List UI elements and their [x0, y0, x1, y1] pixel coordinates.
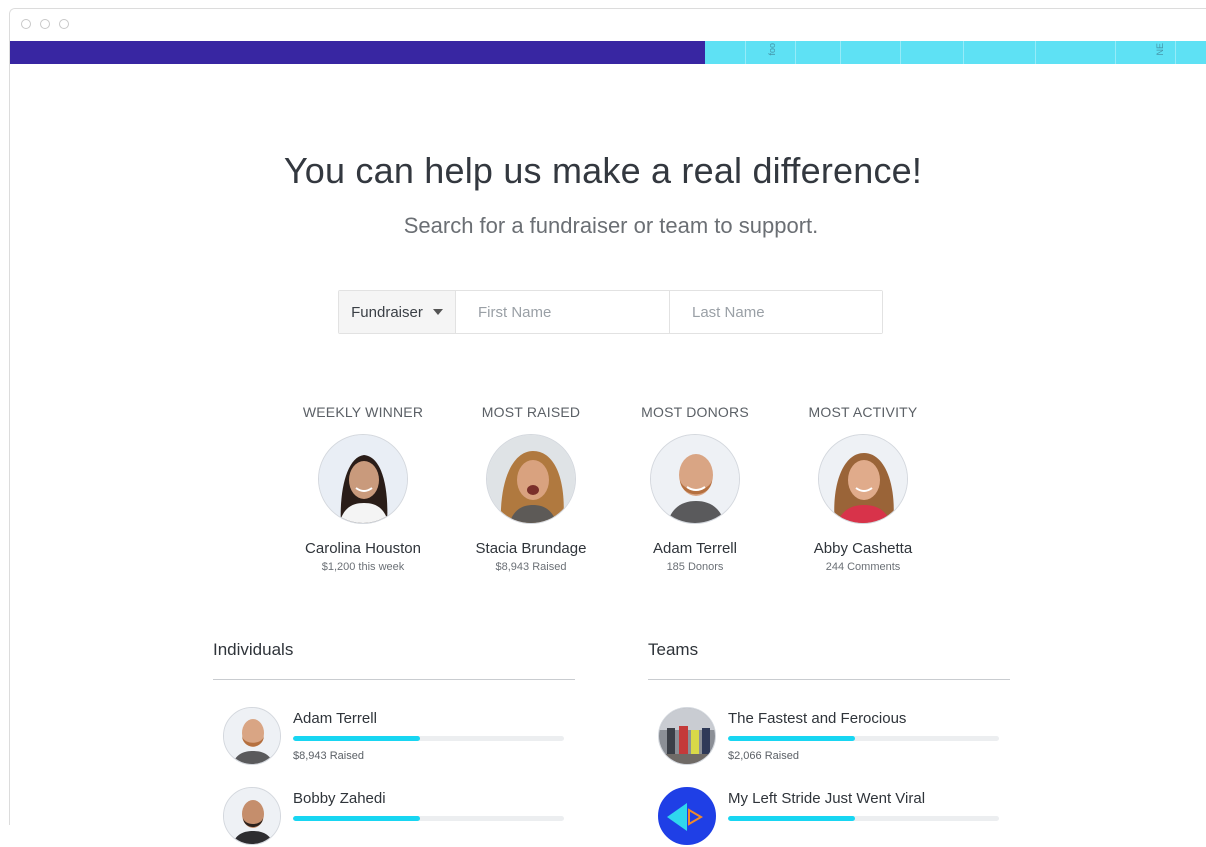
progress-bar: [293, 816, 564, 821]
avatar[interactable]: [318, 434, 408, 524]
map-label: NE: [1155, 43, 1165, 56]
leader-category: MOST DONORS: [641, 404, 749, 420]
search-type-label: Fundraiser: [351, 303, 423, 321]
progress-fill: [728, 816, 856, 821]
page-headline: You can help us make a real difference!: [283, 150, 923, 191]
hero-banner: foo NE: [10, 41, 1206, 64]
progress-bar: [728, 736, 999, 741]
banner-purple-block: [10, 41, 705, 64]
progress-fill: [293, 736, 421, 741]
leader-most-activity[interactable]: MOST ACTIVITY Abby Cashetta 244 Comments: [778, 404, 948, 573]
individuals-heading: Individuals: [213, 640, 294, 659]
list-item[interactable]: Bobby Zahedi: [223, 787, 575, 847]
individual-name: Bobby Zahedi: [293, 790, 386, 807]
avatar: [658, 787, 716, 845]
leader-stat: 244 Comments: [825, 561, 901, 573]
avatar: [223, 787, 281, 845]
individual-name: Adam Terrell: [293, 710, 377, 727]
page-subheading: Search for a fundraiser or team to suppo…: [403, 213, 819, 238]
title-bar: [10, 9, 1206, 41]
leader-weekly-winner[interactable]: WEEKLY WINNER Carolina Houston $1,200 th…: [278, 404, 448, 573]
teams-section: Teams The Fastest and Ferocious $2,066 R…: [648, 640, 1010, 845]
avatar: [658, 707, 716, 765]
banner-map-image: foo NE: [705, 41, 1206, 64]
progress-bar: [293, 736, 564, 741]
amount-raised: $8,943 Raised: [293, 750, 364, 762]
avatar[interactable]: [486, 434, 576, 524]
leader-name: Carolina Houston: [305, 540, 421, 557]
list-item[interactable]: Adam Terrell $8,943 Raised: [223, 707, 575, 767]
first-name-input[interactable]: [456, 291, 670, 333]
progress-bar: [728, 816, 999, 821]
window-minimize-dot[interactable]: [40, 19, 50, 29]
leader-category: MOST ACTIVITY: [808, 404, 918, 420]
leader-most-raised[interactable]: MOST RAISED Stacia Brundage $8,943 Raise…: [446, 404, 616, 573]
list-item[interactable]: The Fastest and Ferocious $2,066 Raised: [658, 707, 1010, 767]
fundraiser-search-bar: Fundraiser: [338, 290, 883, 334]
window-close-dot[interactable]: [21, 19, 31, 29]
window-maximize-dot[interactable]: [59, 19, 69, 29]
leader-stat: 185 Donors: [666, 561, 724, 573]
list-item[interactable]: My Left Stride Just Went Viral: [658, 787, 1010, 847]
divider: [213, 679, 575, 680]
leader-category: MOST RAISED: [481, 404, 581, 420]
progress-fill: [293, 816, 421, 821]
progress-fill: [728, 736, 856, 741]
amount-raised: $2,066 Raised: [728, 750, 799, 762]
leader-name: Abby Cashetta: [813, 540, 913, 557]
map-label: foo: [767, 43, 777, 56]
leader-stat: $8,943 Raised: [495, 561, 567, 573]
avatar: [223, 707, 281, 765]
avatar[interactable]: [650, 434, 740, 524]
teams-heading: Teams: [648, 640, 699, 659]
leader-category: WEEKLY WINNER: [302, 404, 424, 420]
individuals-section: Individuals Adam Terrell $8,943 Raised B…: [213, 640, 575, 845]
last-name-input[interactable]: [670, 291, 882, 333]
caret-down-icon: [432, 309, 443, 315]
leader-stat: $1,200 this week: [321, 561, 405, 573]
leader-name: Stacia Brundage: [475, 540, 587, 557]
leader-name: Adam Terrell: [653, 540, 737, 557]
avatar[interactable]: [818, 434, 908, 524]
team-name: My Left Stride Just Went Viral: [728, 790, 926, 807]
divider: [648, 679, 1010, 680]
team-name: The Fastest and Ferocious: [728, 710, 907, 727]
leader-most-donors[interactable]: MOST DONORS Adam Terrell 185 Donors: [610, 404, 780, 573]
search-type-dropdown[interactable]: Fundraiser: [339, 291, 456, 333]
